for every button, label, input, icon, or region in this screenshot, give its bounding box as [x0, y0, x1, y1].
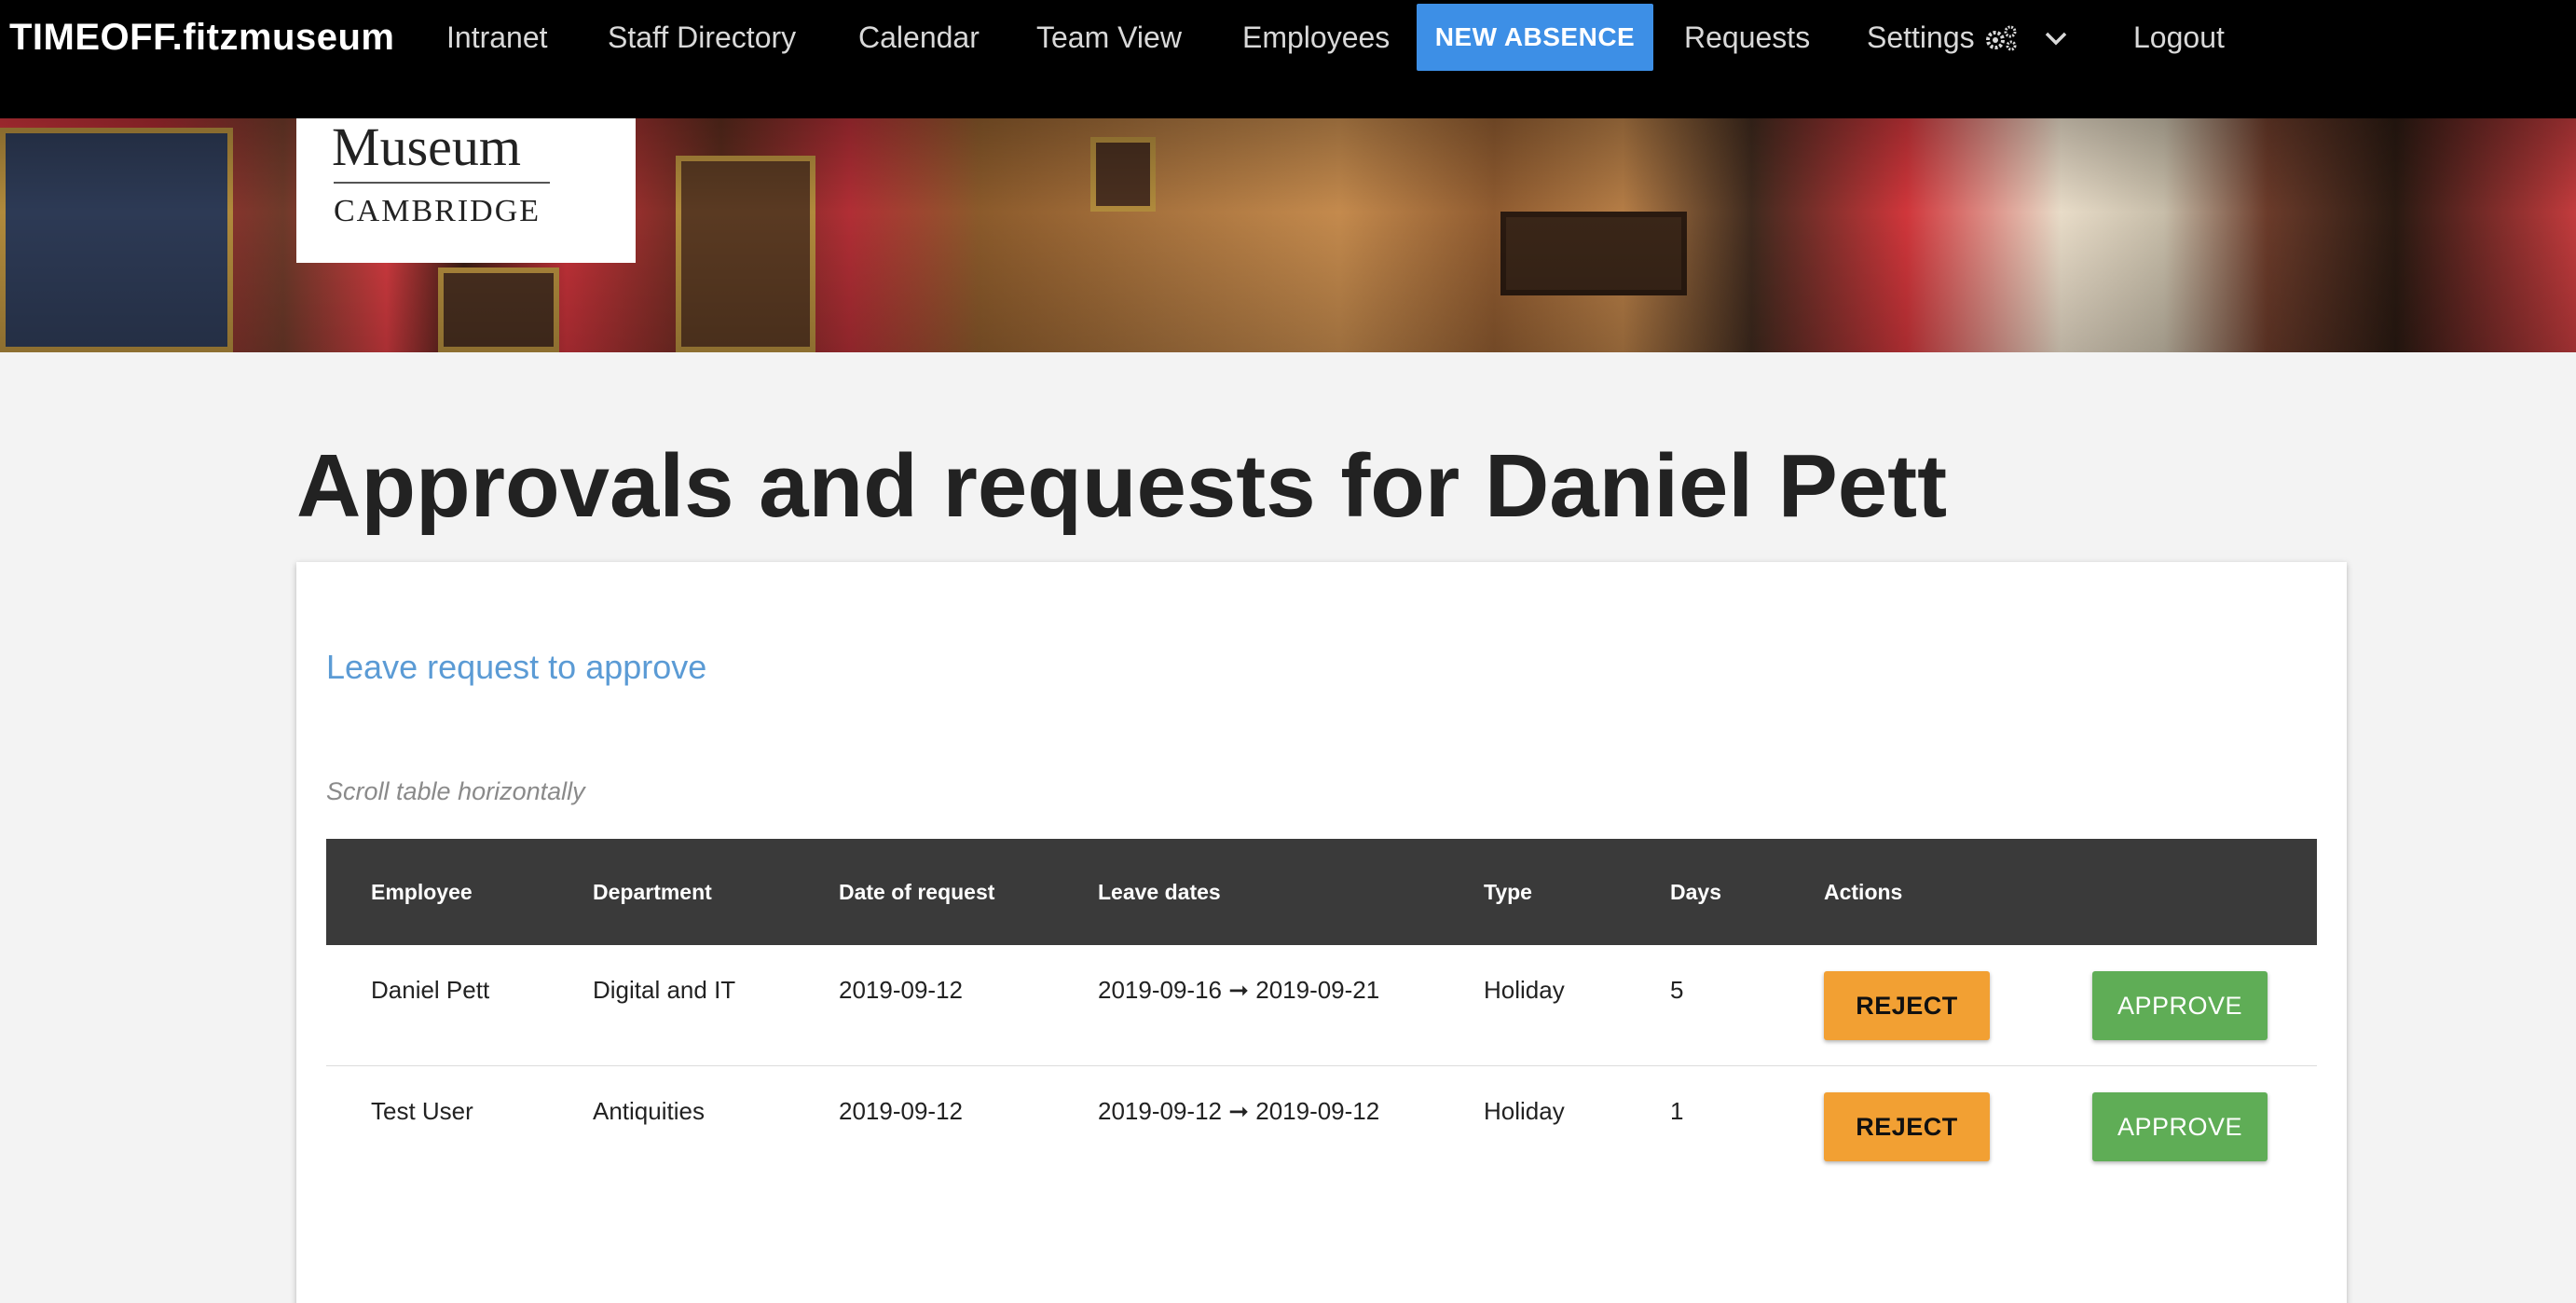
- cell-days: 1: [1670, 1097, 1684, 1125]
- header-leave-dates: Leave dates: [1098, 880, 1221, 904]
- cell-date-of-request: 2019-09-12: [839, 976, 963, 1004]
- cell-department: Antiquities: [593, 1097, 705, 1125]
- logo-city: CAMBRIDGE: [334, 194, 541, 228]
- cell-department: Digital and IT: [593, 976, 736, 1004]
- nav-logout[interactable]: Logout: [2133, 13, 2225, 62]
- nav-calendar[interactable]: Calendar: [858, 13, 980, 62]
- cell-employee: Daniel Pett: [371, 976, 490, 1004]
- page-title: Approvals and requests for Daniel Pett: [296, 436, 1948, 536]
- approvals-card: Leave request to approve Scroll table ho…: [296, 562, 2347, 1303]
- approve-button[interactable]: APPROVE: [2092, 971, 2268, 1040]
- cell-leave-dates: 2019-09-16 ➞ 2019-09-21: [1098, 976, 1380, 1004]
- cell-type: Holiday: [1484, 1097, 1565, 1125]
- cell-date-of-request: 2019-09-12: [839, 1097, 963, 1125]
- cell-days: 5: [1670, 976, 1684, 1004]
- section-title: Leave request to approve: [326, 648, 707, 686]
- header-date-of-request: Date of request: [839, 880, 995, 904]
- table-header: Employee Department Date of request Leav…: [326, 839, 2317, 945]
- reject-button[interactable]: REJECT: [1824, 1092, 1990, 1161]
- approve-button[interactable]: APPROVE: [2092, 1092, 2268, 1161]
- header-employee: Employee: [371, 880, 473, 904]
- settings-label: Settings: [1867, 21, 1975, 54]
- top-navbar: TIMEOFF.fitzmuseum Intranet Staff Direct…: [0, 0, 2576, 118]
- header-type: Type: [1484, 880, 1532, 904]
- nav-employees[interactable]: Employees: [1242, 13, 1390, 62]
- cell-type: Holiday: [1484, 976, 1565, 1004]
- header-actions: Actions: [1824, 880, 1903, 904]
- nav-intranet[interactable]: Intranet: [446, 13, 548, 62]
- logo-name: Museum: [332, 117, 521, 177]
- scroll-hint: Scroll table horizontally: [326, 777, 585, 805]
- brand-logo[interactable]: TIMEOFF.fitzmuseum: [9, 13, 394, 62]
- nav-requests[interactable]: Requests: [1684, 13, 1810, 62]
- leave-requests-table[interactable]: Employee Department Date of request Leav…: [326, 839, 2317, 1187]
- reject-button[interactable]: REJECT: [1824, 971, 1990, 1040]
- table-row: Test User Antiquities 2019-09-12 2019-09…: [326, 1066, 2317, 1187]
- cell-employee: Test User: [371, 1097, 473, 1125]
- nav-staff-directory[interactable]: Staff Directory: [608, 13, 796, 62]
- table-row: Daniel Pett Digital and IT 2019-09-12 20…: [326, 945, 2317, 1066]
- header-days: Days: [1670, 880, 1721, 904]
- museum-logo: Museum CAMBRIDGE: [296, 118, 636, 263]
- nav-team-view[interactable]: Team View: [1036, 13, 1182, 62]
- gears-icon: [1986, 25, 2017, 51]
- header-department: Department: [593, 880, 712, 904]
- logo-divider: [334, 182, 550, 184]
- cell-leave-dates: 2019-09-12 ➞ 2019-09-12: [1098, 1097, 1380, 1125]
- chevron-down-icon[interactable]: [2042, 24, 2070, 52]
- new-absence-button[interactable]: NEW ABSENCE: [1417, 4, 1653, 71]
